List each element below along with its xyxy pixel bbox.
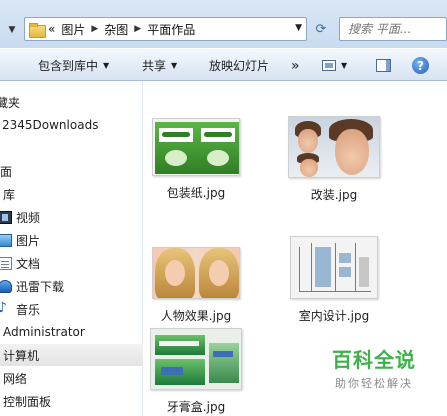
file-item[interactable]: 包装纸.jpg	[141, 118, 251, 201]
sidebar-item-label: 桌面	[0, 164, 13, 179]
navigation-pane: 收藏夹 2345Downloads 桌面 库 视频 图片 文档 迅雷下载 音乐 …	[0, 82, 143, 416]
file-item[interactable]: 人物效果.jpg	[141, 247, 251, 324]
watermark-logo: 百科全说 助你轻松解决	[315, 344, 433, 391]
file-thumbnail	[152, 247, 240, 299]
sidebar-item-thunder[interactable]: 迅雷下载	[0, 275, 141, 297]
sidebar-item-label: 迅雷下载	[16, 279, 65, 294]
include-in-library-button[interactable]: 包含到库中 ▼	[38, 49, 109, 82]
file-thumbnail	[152, 118, 240, 176]
chevron-down-icon[interactable]: ▼	[341, 61, 347, 70]
watermark-subtitle: 助你轻松解决	[335, 377, 413, 390]
sidebar-item-downloads[interactable]: 2345Downloads	[2, 114, 145, 136]
sidebar-item-label: 计算机	[3, 348, 40, 363]
portrait-graphic	[199, 248, 239, 298]
include-in-library-label: 包含到库中	[38, 59, 99, 73]
share-button[interactable]: 共享 ▼	[142, 49, 177, 82]
refresh-icon: ⟳	[315, 21, 327, 37]
command-bar: 包含到库中 ▼ 共享 ▼ 放映幻灯片 » ▼ ?	[0, 48, 447, 81]
sidebar-item-video[interactable]: 视频	[0, 206, 141, 228]
address-bar-row: ▼ « 图片 ▶ 杂图 ▶ 平面作品 ▼ ⟳	[0, 0, 447, 48]
chevron-down-icon: ▼	[103, 61, 110, 70]
more-label: »	[291, 57, 300, 74]
preview-pane-icon[interactable]	[376, 59, 391, 72]
music-icon	[0, 300, 12, 316]
file-item[interactable]: 改装.jpg	[279, 116, 389, 203]
package-graphic	[197, 122, 239, 174]
sidebar-item-desktop[interactable]: 桌面	[0, 160, 131, 182]
more-commands-button[interactable]: »	[291, 49, 300, 82]
thunder-download-icon	[0, 279, 12, 293]
sidebar-item-label: 图片	[16, 233, 41, 248]
breadcrumb-pictures[interactable]: 图片	[58, 21, 88, 38]
recent-pages-dropdown[interactable]: ▼	[0, 18, 24, 42]
chevron-right-icon[interactable]: ▶	[88, 24, 101, 34]
sidebar-item-computer[interactable]: 计算机	[0, 344, 143, 366]
help-icon[interactable]: ?	[412, 57, 429, 74]
sidebar-item-documents[interactable]: 文档	[0, 252, 141, 274]
sidebar-item-label: 网络	[3, 371, 28, 386]
chevron-down-icon: ▼	[171, 61, 178, 70]
sidebar-item-pictures[interactable]: 图片	[0, 229, 141, 251]
file-thumbnail	[288, 116, 380, 178]
documents-icon	[0, 256, 12, 270]
breadcrumb-graphic-works[interactable]: 平面作品	[144, 21, 198, 38]
search-input[interactable]	[340, 19, 446, 39]
file-thumbnail	[150, 328, 242, 390]
folder-icon	[29, 22, 46, 38]
file-name: 改装.jpg	[310, 188, 358, 202]
breadcrumb-misc[interactable]: 杂图	[101, 21, 131, 38]
file-name: 室内设计.jpg	[298, 309, 370, 323]
file-name: 牙膏盒.jpg	[166, 400, 226, 414]
sidebar-item-user[interactable]: Administrator	[3, 321, 146, 343]
sidebar-item-music[interactable]: 音乐	[0, 298, 141, 320]
file-thumbnail	[290, 236, 378, 299]
watermark-title: 百科全说	[332, 348, 416, 372]
search-box[interactable]	[339, 17, 447, 41]
file-name: 包装纸.jpg	[166, 186, 226, 200]
address-bar[interactable]: « 图片 ▶ 杂图 ▶ 平面作品 ▼	[24, 17, 307, 41]
sidebar-item-label: 文档	[16, 256, 41, 271]
change-view-icon[interactable]	[322, 60, 336, 71]
sidebar-item-label: Administrator	[3, 325, 85, 339]
sidebar-item-label: 2345Downloads	[2, 118, 99, 132]
sidebar-item-label: 控制面板	[3, 394, 52, 409]
share-label: 共享	[142, 59, 167, 73]
portrait-graphic	[155, 248, 195, 298]
video-icon	[0, 210, 12, 224]
sidebar-item-label: 库	[3, 187, 16, 202]
sidebar-item-favorites[interactable]: 收藏夹	[0, 91, 127, 113]
refresh-button[interactable]: ⟳	[308, 17, 334, 41]
sidebar-item-label: 收藏夹	[0, 95, 21, 110]
sidebar-item-network[interactable]: 网络	[3, 367, 146, 389]
file-name: 人物效果.jpg	[160, 309, 232, 323]
help-label: ?	[417, 58, 424, 73]
slideshow-label: 放映幻灯片	[209, 59, 270, 73]
pictures-icon	[0, 233, 12, 247]
package-graphic	[155, 122, 197, 174]
file-item[interactable]: 牙膏盒.jpg	[141, 328, 251, 415]
sidebar-item-label: 视频	[16, 210, 41, 225]
sidebar-item-control-panel[interactable]: 控制面板	[3, 390, 146, 412]
chevron-right-icon[interactable]: ▶	[131, 24, 144, 34]
breadcrumb-overflow[interactable]: «	[45, 22, 58, 36]
chevron-down-icon[interactable]: ▼	[295, 23, 302, 33]
slideshow-button[interactable]: 放映幻灯片	[209, 49, 269, 82]
sidebar-item-libraries[interactable]: 库	[3, 183, 146, 205]
file-item[interactable]: 室内设计.jpg	[279, 236, 389, 324]
sidebar-item-label: 音乐	[16, 302, 41, 317]
file-list: 包装纸.jpg 改装.jpg 人物效果.jpg 室内设计.jpg 牙膏盒.jpg…	[144, 82, 447, 416]
